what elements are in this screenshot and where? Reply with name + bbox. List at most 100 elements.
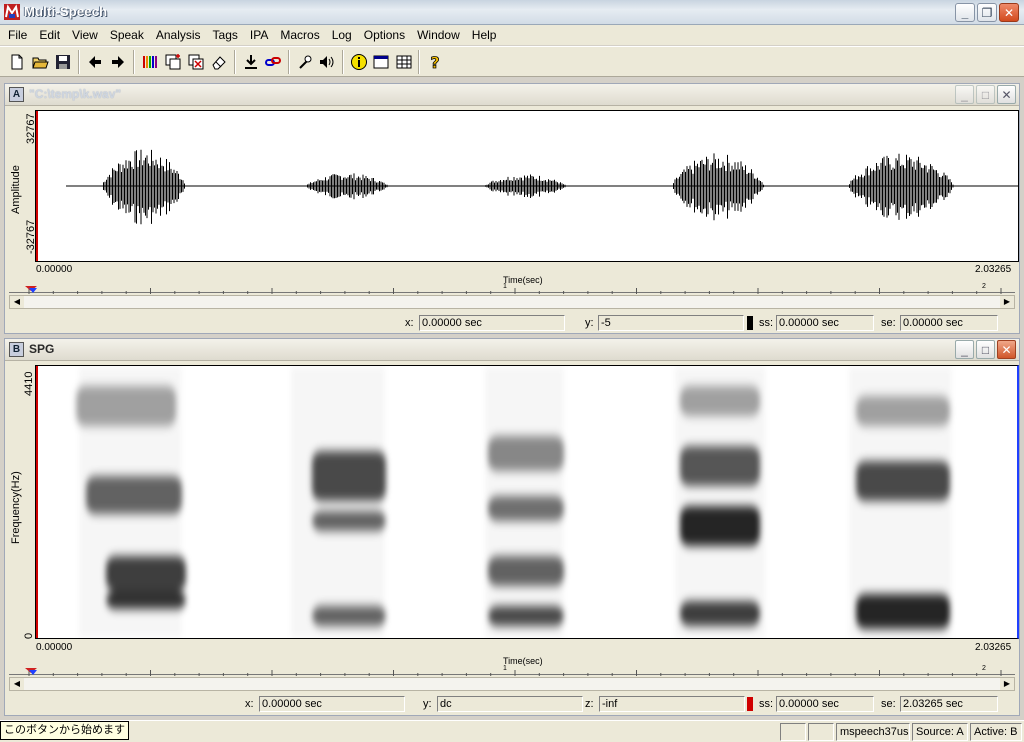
x-value-field: 0.00000 sec <box>419 315 565 331</box>
ruler-ticks <box>25 668 1002 676</box>
forward-button[interactable] <box>107 51 129 73</box>
menu-ipa[interactable]: IPA <box>244 25 274 45</box>
menu-analysis[interactable]: Analysis <box>150 25 207 45</box>
color-bars-button[interactable] <box>139 51 161 73</box>
menu-options[interactable]: Options <box>358 25 411 45</box>
menu-help[interactable]: Help <box>466 25 503 45</box>
help-button[interactable]: ? <box>424 51 446 73</box>
child-close-button[interactable]: ✕ <box>997 85 1016 104</box>
ruler-label-2: 2 <box>982 665 986 672</box>
se-label: se: <box>881 698 896 710</box>
scroll-left-button[interactable]: ◀ <box>10 678 24 690</box>
close-button[interactable]: ✕ <box>999 3 1019 22</box>
info-icon <box>351 54 367 70</box>
menu-speak[interactable]: Speak <box>104 25 150 45</box>
horizontal-scrollbar[interactable]: ◀ ▶ <box>9 677 1015 691</box>
new-file-button[interactable] <box>6 51 28 73</box>
download-button[interactable] <box>240 51 262 73</box>
window-icon <box>373 55 389 69</box>
restore-icon: ❐ <box>981 5 993 20</box>
child-close-button[interactable]: ✕ <box>997 340 1016 359</box>
record-button[interactable] <box>294 51 316 73</box>
toolbar: ? <box>0 46 1024 77</box>
table-button[interactable] <box>393 51 415 73</box>
child-minimize-button[interactable]: _ <box>955 85 974 104</box>
open-folder-icon <box>32 57 49 69</box>
x-start-tick: 0.00000 <box>36 642 73 653</box>
menu-window[interactable]: Window <box>411 25 466 45</box>
back-arrow-icon <box>89 56 101 68</box>
window-badge: B <box>9 342 24 357</box>
scroll-left-button[interactable]: ◀ <box>10 296 24 308</box>
app-title: Multi-Speech <box>24 4 108 19</box>
scroll-right-button[interactable]: ▶ <box>1000 296 1014 308</box>
waveform-plot[interactable] <box>35 110 1019 262</box>
arrow-left-icon: ◀ <box>13 297 21 306</box>
x-label: x: <box>405 317 414 329</box>
info-button[interactable] <box>348 51 370 73</box>
menu-file[interactable]: File <box>2 25 33 45</box>
minimize-icon: _ <box>961 87 968 102</box>
main-title-bar[interactable]: Multi-Speech _ ❐ ✕ <box>0 0 1024 25</box>
restore-button[interactable]: ❐ <box>977 3 997 22</box>
ss-value-field: 0.00000 sec <box>776 315 874 331</box>
download-icon <box>245 55 257 69</box>
tooltip: このボタンから始めます <box>0 721 129 740</box>
ruler-ticks <box>25 286 1002 294</box>
y-label: y: <box>423 698 432 710</box>
child-minimize-button[interactable]: _ <box>955 340 974 359</box>
y-max-tick: 4410 <box>23 371 35 396</box>
se-label: se: <box>881 317 896 329</box>
y-value-field: dc <box>437 696 583 712</box>
y-axis-label: Amplitude <box>10 165 22 214</box>
y-value-field: -5 <box>598 315 744 331</box>
back-button[interactable] <box>84 51 106 73</box>
time-ruler[interactable]: 1 2 <box>9 665 1015 676</box>
delete-window-icon <box>188 54 204 70</box>
minimize-button[interactable]: _ <box>955 3 975 22</box>
x-axis-label: Time(sec) <box>503 656 543 666</box>
menu-tags[interactable]: Tags <box>207 25 244 45</box>
menu-macros[interactable]: Macros <box>274 25 325 45</box>
spectrogram-plot[interactable] <box>35 365 1019 639</box>
x-axis-label: Time(sec) <box>503 275 543 285</box>
app-logo-icon <box>4 4 20 20</box>
menu-edit[interactable]: Edit <box>33 25 66 45</box>
save-button[interactable] <box>52 51 74 73</box>
play-button[interactable] <box>316 51 338 73</box>
eraser-button[interactable] <box>208 51 230 73</box>
child-maximize-button[interactable]: □ <box>976 340 995 359</box>
forward-arrow-icon <box>112 56 124 68</box>
waveform-window[interactable]: A "C:\temp\k.wav" _ □ ✕ Amplitude 32767 … <box>4 83 1020 334</box>
status-app-name: mspeech37use <box>836 723 910 741</box>
x-start-tick: 0.00000 <box>36 264 73 275</box>
link-button[interactable] <box>262 51 284 73</box>
open-button[interactable] <box>29 51 51 73</box>
copy-window-button[interactable] <box>162 51 184 73</box>
arrow-right-icon: ▶ <box>1003 679 1011 688</box>
menu-view[interactable]: View <box>66 25 104 45</box>
copy-window-icon <box>165 54 181 70</box>
spectrogram-window[interactable]: B SPG _ □ ✕ Frequency(Hz) 4410 0 0.00000… <box>4 338 1020 716</box>
delete-window-button[interactable] <box>185 51 207 73</box>
scroll-right-button[interactable]: ▶ <box>1000 678 1014 690</box>
help-icon: ? <box>430 53 440 71</box>
ss-label: ss: <box>759 698 774 710</box>
ss-value-field: 0.00000 sec <box>776 696 874 712</box>
window-button[interactable] <box>370 51 392 73</box>
close-icon: ✕ <box>1001 342 1012 357</box>
window-badge: A <box>9 87 24 102</box>
z-label: z: <box>585 698 594 710</box>
horizontal-scrollbar[interactable]: ◀ ▶ <box>9 295 1015 309</box>
child-maximize-button[interactable]: □ <box>976 85 995 104</box>
status-bar: mspeech37use Source: A Active: B <box>0 720 1024 742</box>
ruler-label-1: 1 <box>503 665 507 672</box>
time-ruler[interactable]: 1 2 <box>9 283 1015 294</box>
maximize-icon: □ <box>981 342 990 357</box>
menu-log[interactable]: Log <box>326 25 358 45</box>
waveform-window-title-bar[interactable]: A "C:\temp\k.wav" _ □ ✕ <box>5 84 1019 106</box>
ss-label: ss: <box>759 317 774 329</box>
spectrogram-window-title-bar[interactable]: B SPG _ □ ✕ <box>5 339 1019 361</box>
y-axis-label: Frequency(Hz) <box>10 471 22 544</box>
x-value-field: 0.00000 sec <box>259 696 405 712</box>
